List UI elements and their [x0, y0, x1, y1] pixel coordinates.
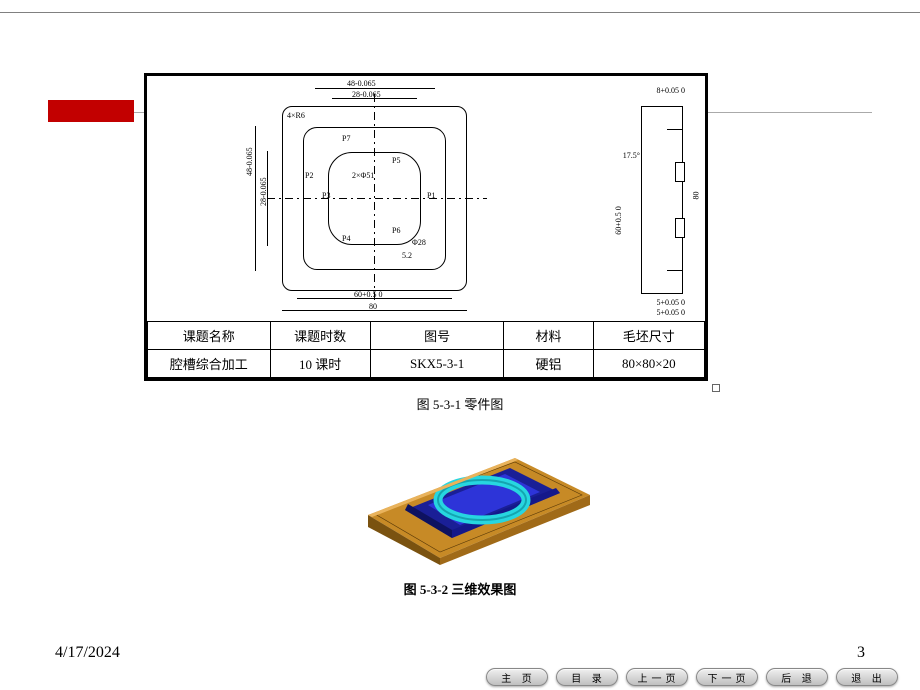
- centerline-vertical: [374, 94, 375, 304]
- header-cell: 课题时数: [270, 322, 370, 350]
- dim-line: [315, 88, 435, 89]
- header-cell: 课题名称: [148, 322, 271, 350]
- dimension-text: 5+0.05 0: [656, 308, 685, 317]
- nav-next-button[interactable]: 下一页: [696, 668, 758, 686]
- table-row: 腔槽综合加工 10 课时 SKX5-3-1 硬铝 80×80×20: [148, 350, 705, 378]
- point-label: P5: [392, 156, 400, 165]
- dimension-text: 48-0.065: [347, 79, 376, 88]
- dimension-text: 60+0.5 0: [354, 290, 383, 299]
- placeholder-marker: [712, 384, 720, 392]
- value-cell: 硬铝: [504, 350, 593, 378]
- engineering-drawing-frame: 48-0.065 28-0.065 4×R6 P7 P5 P3 P2 P4 P1…: [144, 73, 708, 381]
- dimension-text: 60+0.5 0: [614, 206, 623, 235]
- table-row: 课题名称 课题时数 图号 材料 毛坯尺寸: [148, 322, 705, 350]
- dimension-text: 8+0.05 0: [656, 86, 685, 95]
- dimension-text: 80: [692, 192, 701, 200]
- point-label: P1: [427, 191, 435, 200]
- side-notch: [675, 218, 685, 238]
- render-svg: [320, 410, 600, 565]
- three-d-render: [320, 410, 600, 565]
- dimension-text: 28-0.065: [259, 177, 268, 206]
- slide-footer: 4/17/2024 3: [0, 644, 920, 662]
- centerline-horizontal: [267, 198, 487, 199]
- header-cell: 毛坯尺寸: [593, 322, 704, 350]
- render-section: 图 5-3-2 三维效果图: [0, 410, 920, 598]
- nav-home-button[interactable]: 主 页: [486, 668, 548, 686]
- value-cell: 80×80×20: [593, 350, 704, 378]
- point-label: P4: [342, 234, 350, 243]
- dimension-text: 28-0.065: [352, 90, 381, 99]
- side-notch: [675, 162, 685, 182]
- point-label: P2: [305, 171, 313, 180]
- orthographic-drawing-area: 48-0.065 28-0.065 4×R6 P7 P5 P3 P2 P4 P1…: [147, 76, 705, 321]
- side-step-line: [667, 270, 682, 271]
- footer-page-number: 3: [857, 644, 865, 662]
- header-cell: 图号: [370, 322, 504, 350]
- value-cell: SKX5-3-1: [370, 350, 504, 378]
- point-label: P3: [322, 191, 330, 200]
- side-view: [641, 106, 683, 294]
- navigation-bar: 主 页 目 录 上一页 下一页 后 退 退 出: [486, 668, 898, 686]
- side-step-line: [667, 129, 682, 130]
- figure-caption-2: 图 5-3-2 三维效果图: [0, 579, 920, 598]
- dim-line: [255, 126, 256, 271]
- dimension-text: Φ28: [412, 238, 426, 247]
- dimension-text: 5+0.05 0: [656, 298, 685, 307]
- dimension-text: 5.2: [402, 251, 412, 260]
- nav-prev-button[interactable]: 上一页: [626, 668, 688, 686]
- nav-back-button[interactable]: 后 退: [766, 668, 828, 686]
- point-label: P7: [342, 134, 350, 143]
- nav-exit-button[interactable]: 退 出: [836, 668, 898, 686]
- nav-toc-button[interactable]: 目 录: [556, 668, 618, 686]
- red-accent-stripe: [48, 100, 134, 122]
- dimension-text: 4×R6: [287, 111, 305, 120]
- dimension-text: 17.5°: [623, 151, 640, 160]
- point-label: P6: [392, 226, 400, 235]
- title-block-table: 课题名称 课题时数 图号 材料 毛坯尺寸 腔槽综合加工 10 课时 SKX5-3…: [147, 321, 705, 378]
- value-cell: 10 课时: [270, 350, 370, 378]
- footer-date: 4/17/2024: [55, 644, 120, 662]
- dimension-text: 2×Φ51: [352, 171, 374, 180]
- header-cell: 材料: [504, 322, 593, 350]
- top-ruler: [0, 12, 920, 13]
- dimension-text: 48-0.065: [245, 147, 254, 176]
- dimension-text: 80: [369, 302, 377, 311]
- value-cell: 腔槽综合加工: [148, 350, 271, 378]
